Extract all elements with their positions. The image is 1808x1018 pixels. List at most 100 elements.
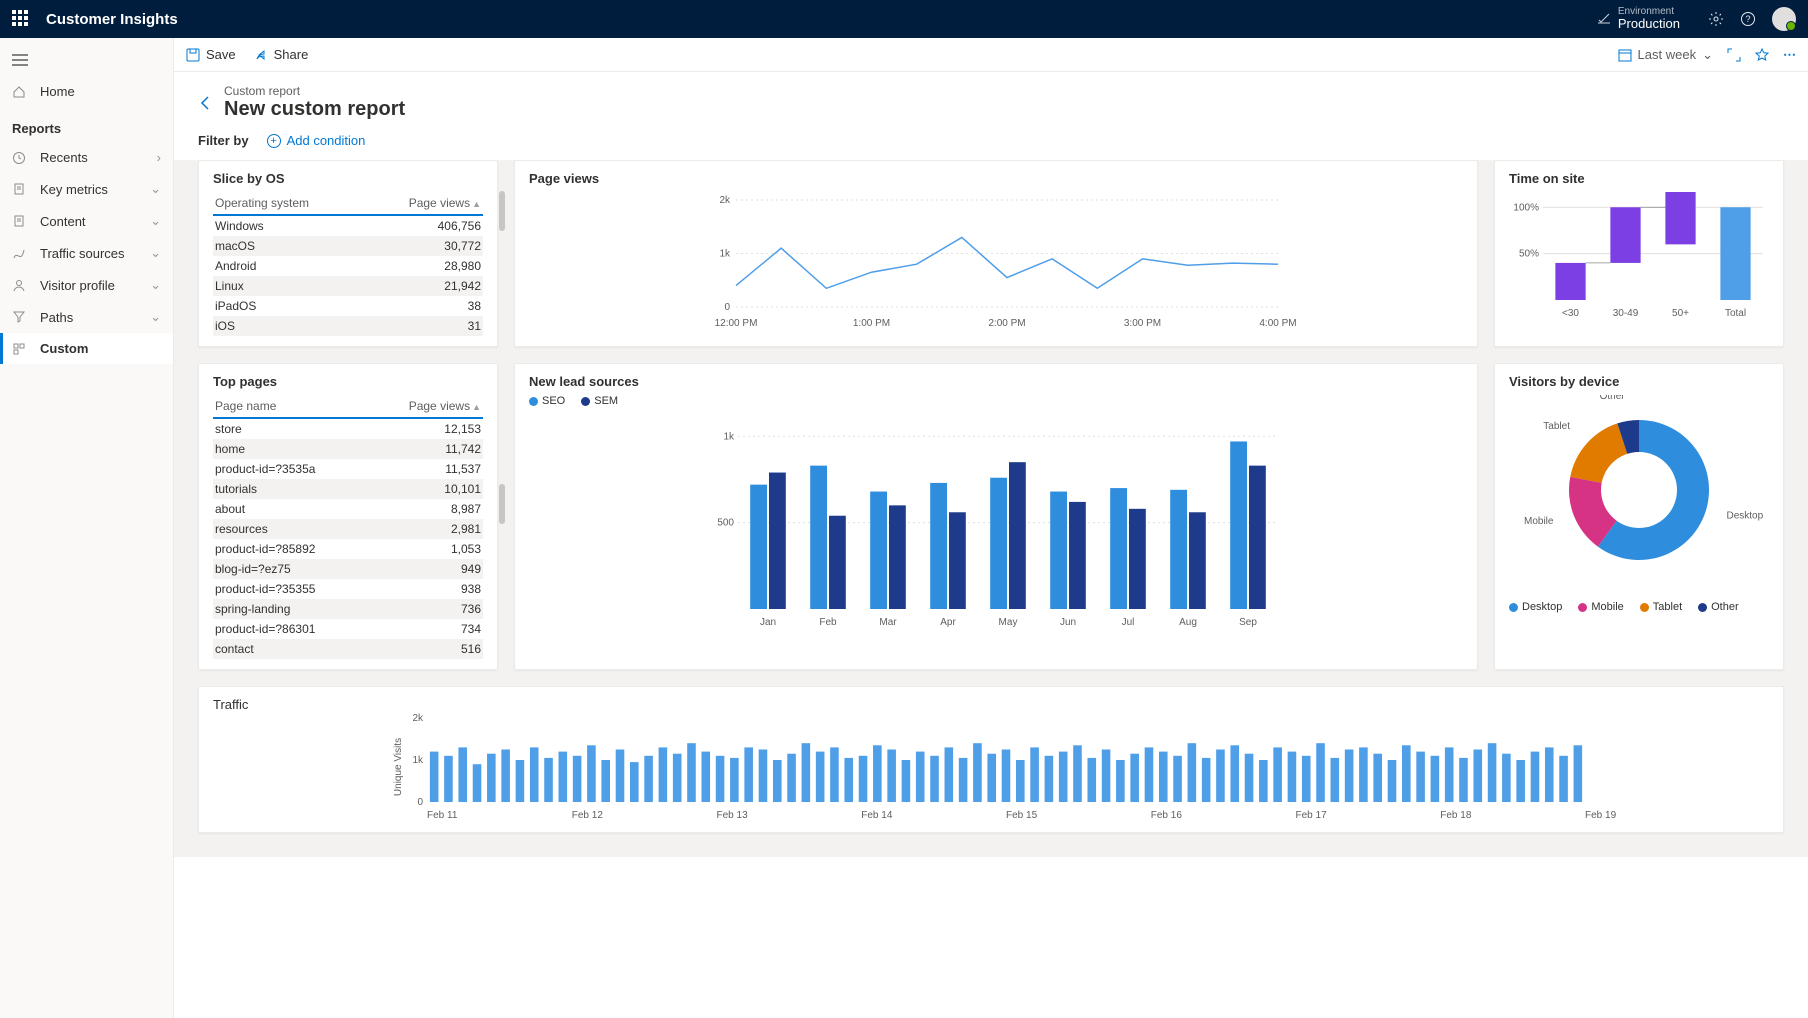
svg-text:12:00 PM: 12:00 PM (715, 318, 758, 329)
table-row[interactable]: home11,742 (213, 439, 483, 459)
more-icon[interactable]: ⋯ (1783, 47, 1796, 63)
svg-text:<30: <30 (1562, 308, 1579, 319)
chevron-down-icon: ⌄ (150, 181, 161, 197)
sidebar-item-label: Content (40, 214, 86, 229)
svg-text:1:00 PM: 1:00 PM (853, 318, 890, 329)
table-row[interactable]: iOS31 (213, 316, 483, 336)
scrollbar[interactable] (499, 191, 505, 340)
table-row[interactable]: Linux21,942 (213, 276, 483, 296)
sidebar-item-label: Key metrics (40, 182, 108, 197)
table-row[interactable]: product-id=?86301734 (213, 619, 483, 639)
settings-icon[interactable] (1708, 11, 1724, 27)
sidebar-item-custom[interactable]: Custom (0, 333, 173, 364)
svg-text:Feb 13: Feb 13 (717, 810, 749, 821)
table-row[interactable]: macOS30,772 (213, 236, 483, 256)
add-condition-button[interactable]: + Add condition (267, 133, 366, 148)
svg-text:Feb 15: Feb 15 (1006, 810, 1038, 821)
app-launcher-icon[interactable] (12, 10, 30, 28)
share-icon (254, 48, 268, 62)
sidebar-item-traffic-sources[interactable]: Traffic sources⌄ (0, 237, 173, 269)
col-header-os[interactable]: Operating system (213, 192, 365, 215)
table-row[interactable]: about8,987 (213, 499, 483, 519)
visitors-by-device-chart: DesktopMobileTabletOther (1509, 395, 1769, 595)
table-row[interactable]: tutorials10,101 (213, 479, 483, 499)
table-row[interactable]: store12,153 (213, 418, 483, 439)
back-button[interactable] (198, 95, 214, 111)
card-traffic: Traffic Unique Visits01k2kFeb 11Feb 12Fe… (198, 686, 1784, 833)
scrollbar[interactable] (499, 394, 505, 663)
svg-text:?: ? (1745, 14, 1750, 24)
card-title: Time on site (1509, 171, 1769, 186)
help-icon[interactable]: ? (1740, 11, 1756, 27)
sidebar-item-label: Custom (40, 341, 88, 356)
svg-text:Jul: Jul (1122, 617, 1135, 628)
chevron-down-icon: ⌄ (150, 277, 161, 293)
table-row[interactable]: product-id=?858921,053 (213, 539, 483, 559)
table-row[interactable]: Windows406,756 (213, 215, 483, 236)
card-title: Slice by OS (213, 171, 483, 186)
svg-text:2k: 2k (719, 195, 731, 206)
table-row[interactable]: product-id=?35355938 (213, 579, 483, 599)
clock-icon (12, 151, 30, 165)
sidebar-item-label: Visitor profile (40, 278, 115, 293)
svg-text:2:00 PM: 2:00 PM (988, 318, 1025, 329)
svg-text:1k: 1k (412, 755, 424, 766)
svg-text:Desktop: Desktop (1726, 510, 1763, 521)
top-pages-table: Page name Page views▲ store12,153home11,… (213, 395, 483, 659)
sidebar-item-recents[interactable]: Recents› (0, 142, 173, 173)
save-button[interactable]: Save (186, 47, 236, 62)
chevron-right-icon: › (157, 150, 161, 165)
expand-icon[interactable] (1727, 48, 1741, 62)
traffic-chart: Unique Visits01k2kFeb 11Feb 12Feb 13Feb … (213, 712, 1769, 822)
page-views-chart: 01k2k12:00 PM1:00 PM2:00 PM3:00 PM4:00 P… (529, 192, 1463, 332)
command-bar: Save Share Last week ⌄ ⋯ (174, 38, 1808, 72)
hamburger-icon[interactable] (0, 48, 173, 76)
chevron-down-icon: ⌄ (150, 213, 161, 229)
col-header-pageviews[interactable]: Page views▲ (365, 192, 483, 215)
sidebar-item-key-metrics[interactable]: Key metrics ⌄ (0, 173, 173, 205)
table-row[interactable]: spring-landing736 (213, 599, 483, 619)
card-title: Visitors by device (1509, 374, 1769, 389)
favorite-icon[interactable] (1755, 48, 1769, 62)
svg-text:Jun: Jun (1060, 617, 1076, 628)
table-row[interactable]: contact516 (213, 639, 483, 659)
sidebar-item-visitor-profile[interactable]: Visitor profile ⌄ (0, 269, 173, 301)
svg-text:Unique Visits: Unique Visits (393, 738, 404, 796)
chevron-down-icon: ⌄ (150, 309, 161, 325)
date-range-picker[interactable]: Last week ⌄ (1618, 47, 1713, 63)
slice-by-os-table: Operating system Page views▲ Windows406,… (213, 192, 483, 336)
col-header-pageviews[interactable]: Page views▲ (369, 395, 483, 418)
svg-text:3:00 PM: 3:00 PM (1124, 318, 1161, 329)
table-row[interactable]: resources2,981 (213, 519, 483, 539)
breadcrumb: Custom report (224, 84, 405, 98)
routes-icon (12, 246, 30, 260)
table-row[interactable]: product-id=?3535a11,537 (213, 459, 483, 479)
sidebar-item-paths[interactable]: Paths⌄ (0, 301, 173, 333)
sidebar-item-content[interactable]: Content ⌄ (0, 205, 173, 237)
svg-text:Other: Other (1600, 395, 1626, 402)
svg-text:Feb 12: Feb 12 (572, 810, 604, 821)
home-icon (12, 85, 30, 99)
svg-text:Feb: Feb (819, 617, 837, 628)
svg-text:Jan: Jan (760, 617, 776, 628)
table-row[interactable]: blog-id=?ez75949 (213, 559, 483, 579)
legend: SEO SEM (529, 395, 1463, 407)
svg-text:2k: 2k (412, 713, 424, 724)
document-icon (12, 214, 30, 228)
svg-text:Aug: Aug (1179, 617, 1197, 628)
card-time-on-site: Time on site 50%100%<3030-4950+Total (1494, 160, 1784, 347)
svg-text:Feb 11: Feb 11 (427, 810, 458, 821)
table-row[interactable]: Android28,980 (213, 256, 483, 276)
environment-picker[interactable]: Environment Production (1596, 6, 1680, 31)
new-lead-sources-chart: 5001kJanFebMarAprMayJunJulAugSep (529, 411, 1463, 631)
col-header-pagename[interactable]: Page name (213, 395, 369, 418)
card-new-lead-sources: New lead sources SEO SEM 5001kJanFebMarA… (514, 363, 1478, 670)
table-row[interactable]: iPadOS38 (213, 296, 483, 316)
share-button[interactable]: Share (254, 47, 309, 62)
filter-bar: Filter by + Add condition (174, 127, 1808, 160)
svg-text:500: 500 (717, 518, 734, 529)
sidebar-item-home[interactable]: Home (0, 76, 173, 107)
user-avatar[interactable] (1772, 7, 1796, 31)
svg-text:Feb 16: Feb 16 (1151, 810, 1183, 821)
card-top-pages: Top pages Page name Page views▲ store12,… (198, 363, 498, 670)
